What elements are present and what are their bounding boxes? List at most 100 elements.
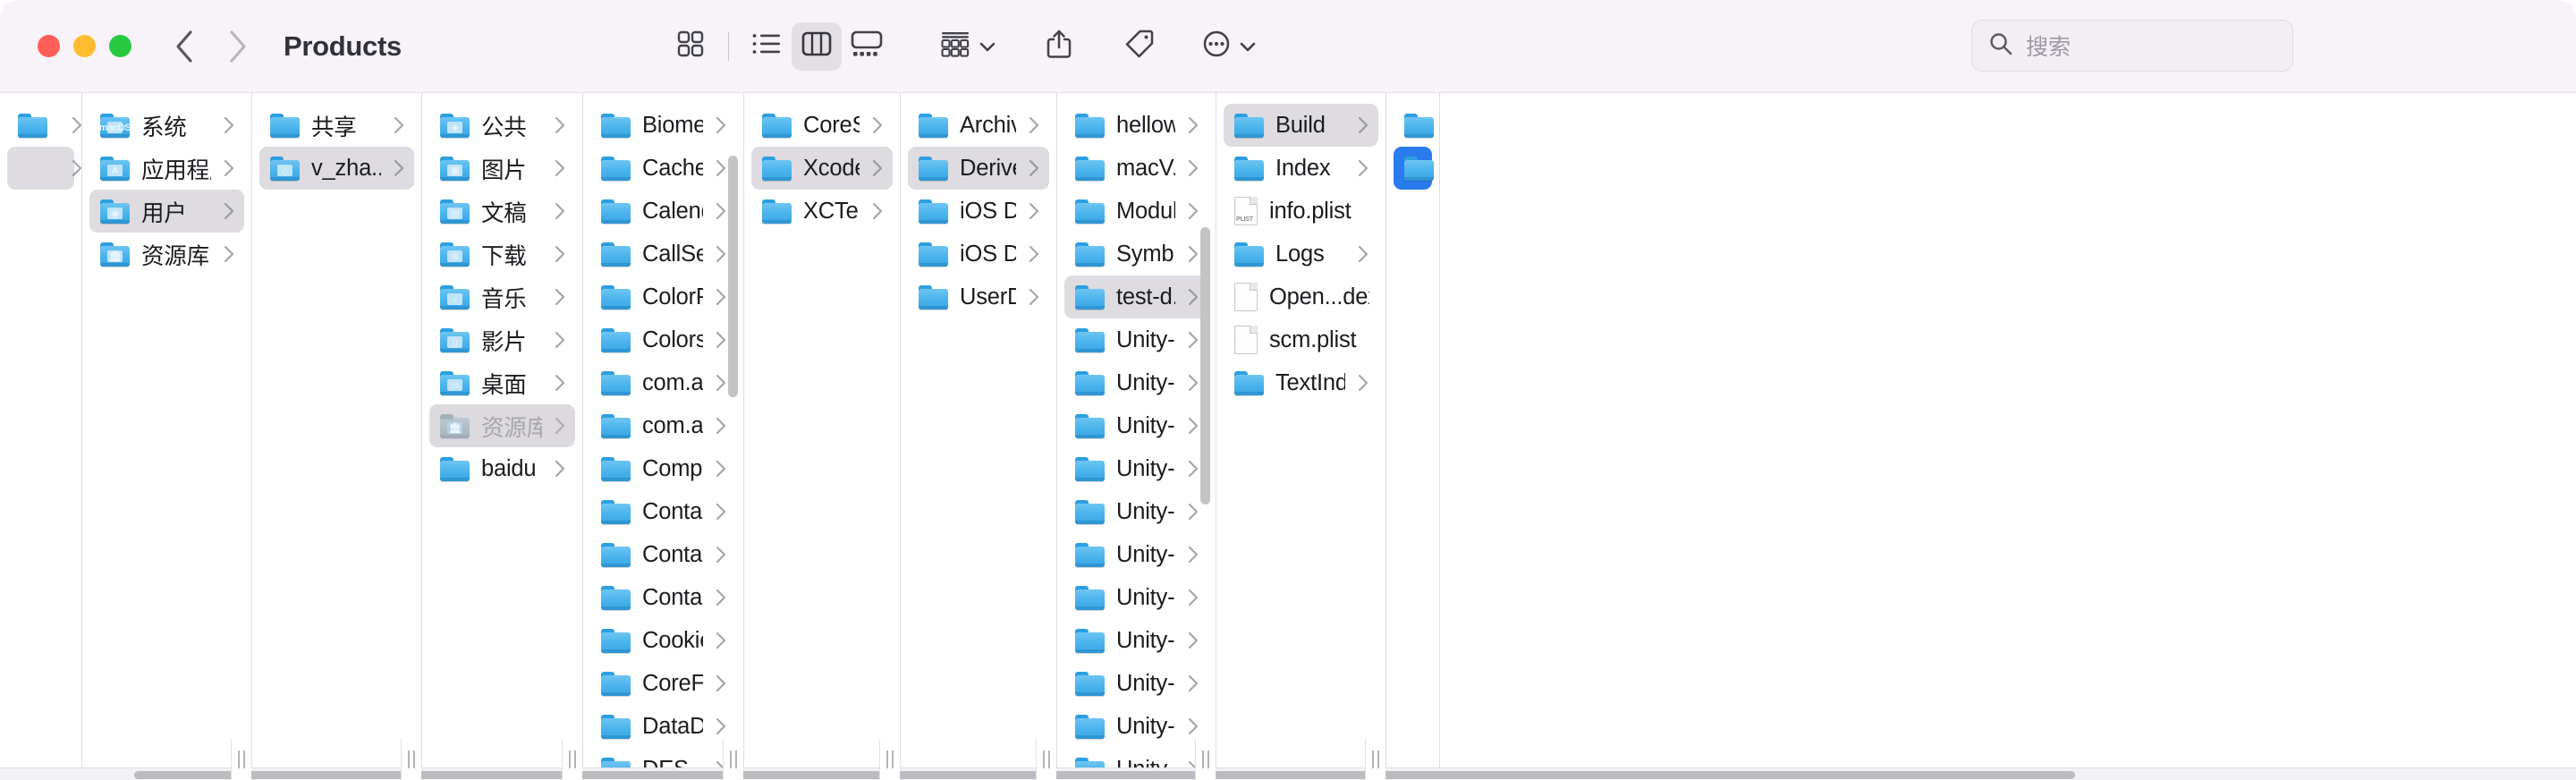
column-item[interactable]: UserData	[908, 276, 1049, 318]
column-7-derived-data[interactable]: hellow...rcbew macV...cnvkzs Modul...index…	[1057, 93, 1216, 780]
column-item[interactable]: DerivedData	[908, 147, 1049, 190]
column-resize-handle[interactable]	[1195, 739, 1216, 780]
column-item[interactable]: A 应用程序	[89, 147, 244, 190]
column-item[interactable]: hellow...rcbew	[1064, 104, 1208, 147]
column-item[interactable]: Compositions	[590, 447, 736, 490]
column-item[interactable]: DataD...rvices	[590, 705, 736, 748]
grid-view-button[interactable]	[665, 22, 716, 71]
column-item[interactable]: macV...cnvkzs	[1064, 147, 1208, 190]
column-item[interactable]: com.a...partyd	[590, 361, 736, 404]
horizontal-scrollbar[interactable]	[0, 767, 2576, 780]
column-item[interactable]: CoreFollowUp	[590, 662, 736, 705]
share-button[interactable]	[1034, 22, 1084, 71]
column-item[interactable]: Unity-...mywc	[1064, 705, 1208, 748]
column-item[interactable]: Colors	[590, 318, 736, 361]
column-item[interactable]: Biome	[590, 104, 736, 147]
column-resize-handle[interactable]	[1365, 739, 1385, 780]
column-item[interactable]: ▤ 文稿	[429, 190, 575, 233]
column-5-developer[interactable]: CoreSimulator Xcode XCTe...evices	[744, 93, 901, 780]
column-item[interactable]: 共享	[259, 104, 414, 147]
column-item[interactable]: Contacts	[590, 490, 736, 533]
column-item[interactable]: Unity-...lufmq	[1064, 361, 1208, 404]
list-view-button[interactable]	[741, 22, 792, 71]
column-item[interactable]: PLIST info.plist	[1224, 190, 1378, 233]
column-item[interactable]: Calendars	[590, 190, 736, 233]
column-item[interactable]: iOS D...upport	[908, 233, 1049, 276]
column-item[interactable]: Conta...nager	[590, 533, 736, 576]
column-item[interactable]: ColorPickers	[590, 276, 736, 318]
column-2-users[interactable]: 共享 ⌂ v_zha...eng15	[252, 93, 422, 780]
column-item[interactable]: Unity-...bysnb	[1064, 490, 1208, 533]
back-chevron-icon[interactable]	[165, 28, 203, 65]
column-item[interactable]: cintoshHD	[7, 147, 81, 190]
column-item[interactable]: ▣ 图片	[429, 147, 575, 190]
forward-chevron-icon[interactable]	[219, 28, 257, 65]
column-item[interactable]: com.a...nal.ck	[590, 404, 736, 447]
column-item[interactable]: Caches	[590, 147, 736, 190]
column-item[interactable]: Xcode	[751, 147, 893, 190]
column-item[interactable]: Symb...oindex	[1064, 233, 1208, 276]
column-item[interactable]: ⌂ v_zha...eng15	[259, 147, 414, 190]
column-item[interactable]: Unity-...ndruh	[1064, 447, 1208, 490]
column-item[interactable]	[1394, 104, 1434, 147]
column-resize-handle[interactable]	[401, 739, 421, 780]
column-item[interactable]: Unity-...lmilsy	[1064, 662, 1208, 705]
vertical-scrollbar[interactable]	[728, 156, 738, 397]
column-6-xcode[interactable]: Archives DerivedData iOS D...e Logs iOS D..…	[901, 93, 1057, 780]
column-item[interactable]: test-d...wwbq	[1064, 276, 1208, 318]
column-8-test-d-wwbq[interactable]: Build Index PLIST info.plist Logs Open...dex-…	[1216, 93, 1386, 780]
more-actions-button[interactable]	[1195, 22, 1264, 71]
column-item[interactable]: Modul...index	[1064, 190, 1208, 233]
column-item[interactable]: Build	[1224, 104, 1378, 147]
column-item[interactable]: macOS 系统	[89, 104, 244, 147]
search-input[interactable]: 搜索	[2026, 30, 2071, 62]
column-item[interactable]: 🏛 资源库	[89, 233, 244, 276]
column-item[interactable]: Logs	[1224, 233, 1378, 276]
column-item[interactable]: ◉ 用户	[89, 190, 244, 233]
column-item[interactable]: 络	[7, 104, 81, 147]
column-item[interactable]: Unity-...kacpp	[1064, 318, 1208, 361]
close-button[interactable]	[38, 35, 60, 57]
column-4-library[interactable]: Biome Caches Calendars CallServices ColorPic…	[583, 93, 744, 780]
column-item[interactable]: Containers	[590, 576, 736, 619]
column-resize-handle[interactable]	[879, 739, 900, 780]
column-item[interactable]: Unity-...ictqxx	[1064, 533, 1208, 576]
column-item[interactable]: Archives	[908, 104, 1049, 147]
column-item[interactable]: Unity-...ivtrwn	[1064, 404, 1208, 447]
column-resize-handle[interactable]	[1036, 739, 1056, 780]
column-item[interactable]: iOS D...e Logs	[908, 190, 1049, 233]
column-item[interactable]: CoreSimulator	[751, 104, 893, 147]
column-item[interactable]: ▭ 桌面	[429, 361, 575, 404]
zoom-button[interactable]	[109, 35, 131, 57]
column-item[interactable]: Open...dex-v1	[1224, 276, 1378, 318]
column-item[interactable]: Cookies	[590, 619, 736, 662]
column-item[interactable]: XCTe...evices	[751, 190, 893, 233]
column-1-macintosh-hd[interactable]: macOS 系统 A 应用程序 ◉ 用户 🏛 资源库	[82, 93, 252, 780]
column-item[interactable]: Unity-...rhkcjk	[1064, 619, 1208, 662]
tag-button[interactable]	[1114, 22, 1165, 71]
column-item[interactable]: baidu	[429, 447, 575, 490]
column-0-partial[interactable]: 络cintoshHD	[0, 93, 82, 780]
column-item[interactable]	[1394, 147, 1434, 190]
column-item[interactable]: TextIndex	[1224, 361, 1378, 404]
column-3-home[interactable]: ◈ 公共 ▣ 图片 ▤ 文稿 ⊙ 下载 ♪ 音乐 ▯ 影片 ▭ 桌面 🏛 资源库 baidu	[422, 93, 583, 780]
column-resize-handle[interactable]	[562, 739, 582, 780]
vertical-scrollbar[interactable]	[1200, 227, 1210, 504]
column-item[interactable]: ♪ 音乐	[429, 276, 575, 318]
column-item[interactable]: 🏛 资源库	[429, 404, 575, 447]
column-resize-handle[interactable]	[723, 739, 743, 780]
column-item[interactable]: CallServices	[590, 233, 736, 276]
gallery-view-button[interactable]	[842, 22, 892, 71]
column-item[interactable]: ⊙ 下载	[429, 233, 575, 276]
group-by-button[interactable]	[933, 22, 1004, 71]
horizontal-scrollbar-thumb[interactable]	[134, 771, 2075, 779]
column-item[interactable]: Unity-...itpuga	[1064, 576, 1208, 619]
column-item[interactable]: Index	[1224, 147, 1378, 190]
minimize-button[interactable]	[73, 35, 96, 57]
search-field[interactable]: 搜索	[1971, 20, 2293, 72]
column-item[interactable]: scm.plist	[1224, 318, 1378, 361]
column-9-build-partial[interactable]	[1386, 93, 1440, 780]
column-item[interactable]: ◈ 公共	[429, 104, 575, 147]
column-view-button[interactable]	[792, 21, 842, 71]
column-browser[interactable]: 络cintoshHD macOS 系统 A 应用程序 ◉ 用户 🏛 资源库 共享 ⌂ v_zha...…	[0, 93, 2576, 780]
